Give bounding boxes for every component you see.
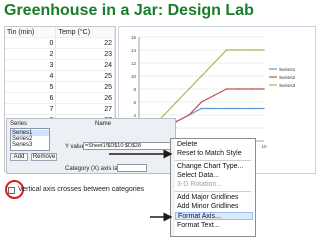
- table-row: 2 23: [5, 48, 115, 60]
- series-point-2: [225, 88, 228, 90]
- series-point-3: [225, 49, 228, 51]
- menu-gutter: [171, 139, 175, 236]
- table-row: 3 24: [5, 59, 115, 71]
- series-point-1: [213, 107, 215, 110]
- series-point-3: [213, 62, 215, 64]
- table-cell: 25: [55, 70, 115, 82]
- add-series-button[interactable]: Add: [10, 153, 28, 161]
- series-point-2: [238, 88, 240, 90]
- y-values-input[interactable]: =Sheet1!$D$10:$D$28: [83, 142, 173, 150]
- table-cell: 4: [5, 70, 57, 82]
- series-point-1: [250, 107, 253, 110]
- series-point-1: [263, 107, 265, 110]
- menu-item-3d-rotation: 3-D Rotation...: [177, 181, 223, 188]
- y-tick-label: 8: [133, 87, 136, 92]
- y-tick-label: 14: [131, 48, 137, 53]
- menu-item-format-axis[interactable]: Format Axis...: [175, 212, 253, 220]
- axis-crosses-label: Vertical axis crosses between categories: [18, 186, 145, 193]
- series-list[interactable]: Series1 Series2 Series3: [10, 128, 50, 151]
- y-tick-label: 6: [133, 100, 136, 105]
- series-dialog[interactable]: Series Name Series1 Series2 Series3 Y va…: [6, 118, 176, 174]
- series-point-2: [188, 114, 190, 116]
- series-point-3: [250, 49, 253, 51]
- series-point-3: [175, 101, 178, 103]
- legend-label-1: Series1: [279, 67, 296, 73]
- y-tick-label: 10: [131, 74, 137, 79]
- menu-separator: [175, 160, 251, 161]
- series-list-item-3[interactable]: Series3: [11, 142, 49, 148]
- table-row: 4 25: [5, 70, 115, 82]
- series-point-2: [250, 88, 253, 90]
- menu-item-reset-style[interactable]: Reset to Match Style: [177, 150, 252, 158]
- table-row: 7 27: [5, 103, 115, 115]
- table-cell: 24: [55, 59, 115, 71]
- series-point-1: [200, 107, 203, 110]
- table-row: 5 25: [5, 81, 115, 93]
- series-point-1: [225, 107, 228, 110]
- table-cell: 3: [5, 59, 57, 71]
- series-point-3: [238, 49, 240, 51]
- menu-item-add-minor-gridlines[interactable]: Add Minor Gridlines: [177, 203, 252, 211]
- page-title: Greenhouse in a Jar: Design Lab: [4, 2, 254, 19]
- table-cell: 6: [5, 92, 57, 104]
- table-cell: 5: [5, 81, 57, 93]
- menu-item-delete[interactable]: Delete: [177, 141, 252, 149]
- table-cell: 7: [5, 103, 57, 115]
- table-cell: 0: [5, 37, 57, 49]
- axis-crosses-checkbox[interactable]: [8, 187, 15, 194]
- series-point-3: [163, 114, 165, 116]
- table-cell: 26: [55, 92, 115, 104]
- column-header-temp: Temp (°C): [55, 27, 115, 38]
- table-row: 6 26: [5, 92, 115, 104]
- table-row: 0 22: [5, 37, 115, 49]
- legend-label-2: Series2: [279, 75, 296, 81]
- series-point-2: [213, 94, 215, 97]
- x-tick-label: 10: [261, 144, 267, 149]
- category-axis-input[interactable]: [117, 164, 147, 172]
- table-cell: 25: [55, 81, 115, 93]
- series-point-2: [200, 101, 203, 103]
- axis-crosses-option[interactable]: Vertical axis crosses between categories: [8, 184, 146, 198]
- menu-separator: [175, 191, 251, 192]
- menu-item-change-chart-type[interactable]: Change Chart Type...: [177, 163, 252, 171]
- series-point-3: [200, 75, 203, 77]
- series-point-2: [175, 120, 178, 123]
- legend-label-3: Series3: [279, 83, 296, 89]
- table-cell: 2: [5, 48, 57, 60]
- series-label: Series: [10, 121, 28, 127]
- menu-item-add-major-gridlines[interactable]: Add Major Gridlines: [177, 194, 252, 202]
- series-point-3: [188, 88, 190, 90]
- y-tick-label: 16: [131, 35, 137, 40]
- y-tick-label: 12: [131, 61, 137, 66]
- context-menu[interactable]: Delete Reset to Match Style Change Chart…: [170, 138, 256, 237]
- table-cell: 23: [55, 48, 115, 60]
- table-cell: 27: [55, 103, 115, 115]
- series-point-1: [238, 107, 240, 110]
- name-label: Name: [95, 121, 112, 127]
- table-header-row: Tin (min) Temp (°C): [5, 27, 115, 38]
- menu-item-format-text[interactable]: Format Text...: [177, 222, 252, 230]
- series-point-3: [263, 49, 265, 51]
- column-header-time: Tin (min): [5, 27, 57, 38]
- remove-series-button[interactable]: Remove: [31, 153, 57, 161]
- series-point-2: [263, 88, 265, 90]
- menu-item-select-data[interactable]: Select Data...: [177, 172, 252, 180]
- table-cell: 22: [55, 37, 115, 49]
